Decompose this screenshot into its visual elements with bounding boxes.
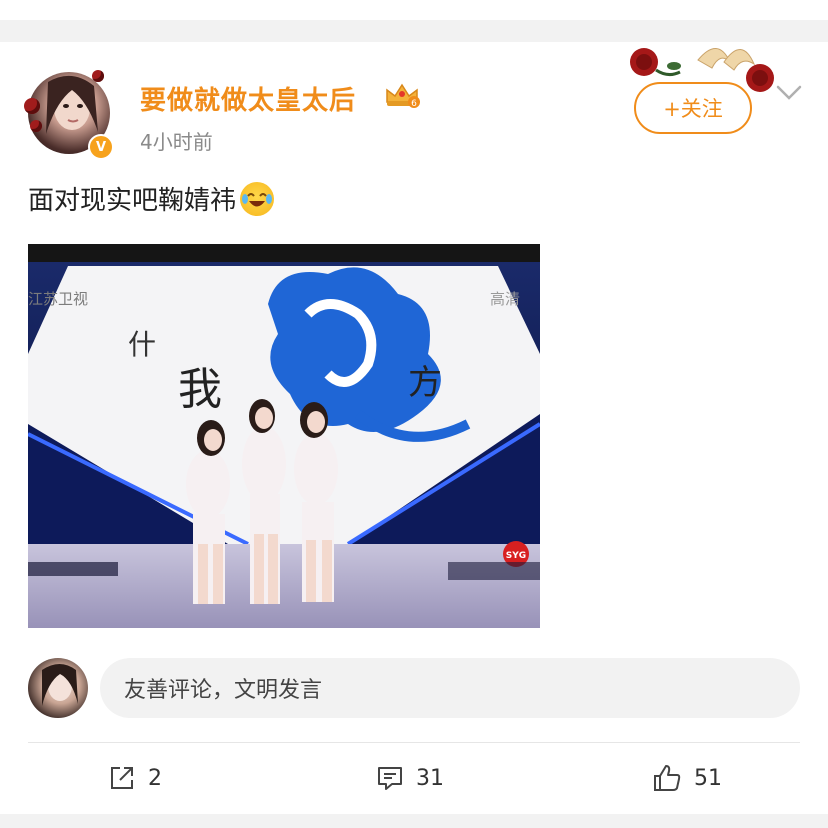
verified-badge-icon: V bbox=[88, 134, 114, 160]
weibo-post-card: V 要做就做太皇太后 6 4小时前 +关注 面对现实吧鞠婧祎 我 什 方 江苏卫… bbox=[0, 42, 828, 814]
laugh-cry-emoji-icon bbox=[240, 181, 275, 216]
user-avatar[interactable]: V bbox=[24, 68, 114, 160]
post-text: 面对现实吧鞠婧祎 bbox=[28, 186, 237, 216]
chevron-down-icon[interactable] bbox=[776, 84, 802, 102]
top-strip bbox=[0, 0, 828, 20]
crown-badge-icon: 6 bbox=[386, 83, 420, 108]
share-button[interactable]: 2 bbox=[108, 758, 162, 798]
comment-input[interactable]: 友善评论，文明发言 bbox=[100, 658, 800, 718]
share-count: 2 bbox=[148, 765, 162, 791]
username[interactable]: 要做就做太皇太后 bbox=[140, 80, 356, 117]
like-icon bbox=[654, 765, 681, 791]
sponsor-logo-text: SYG bbox=[506, 551, 526, 561]
svg-text:6: 6 bbox=[411, 99, 417, 108]
share-icon bbox=[111, 767, 133, 789]
comment-count: 31 bbox=[416, 765, 444, 791]
current-user-avatar[interactable] bbox=[28, 658, 88, 718]
svg-text:方: 方 bbox=[408, 363, 442, 403]
svg-text:什: 什 bbox=[128, 328, 156, 361]
post-video-thumbnail[interactable]: 我 什 方 江苏卫视 高清 SYG bbox=[28, 244, 540, 628]
channel-logo: 江苏卫视 bbox=[28, 290, 88, 308]
rose-decoration-icon bbox=[30, 120, 42, 132]
like-button[interactable]: 51 bbox=[652, 758, 722, 798]
bottom-strip bbox=[0, 814, 828, 828]
like-count: 51 bbox=[694, 765, 722, 791]
svg-text:我: 我 bbox=[178, 364, 222, 415]
comment-button[interactable]: 31 bbox=[376, 758, 444, 798]
post-timestamp: 4小时前 bbox=[140, 130, 213, 154]
rose-decoration-icon bbox=[92, 70, 104, 82]
rose-decoration-icon bbox=[24, 98, 40, 114]
comment-icon bbox=[378, 767, 402, 790]
divider bbox=[28, 742, 800, 743]
follow-button[interactable]: +关注 bbox=[634, 82, 752, 134]
hd-label: 高清 bbox=[490, 290, 520, 308]
comment-placeholder: 友善评论，文明发言 bbox=[124, 678, 323, 703]
post-content: 面对现实吧鞠婧祎 bbox=[28, 180, 275, 217]
